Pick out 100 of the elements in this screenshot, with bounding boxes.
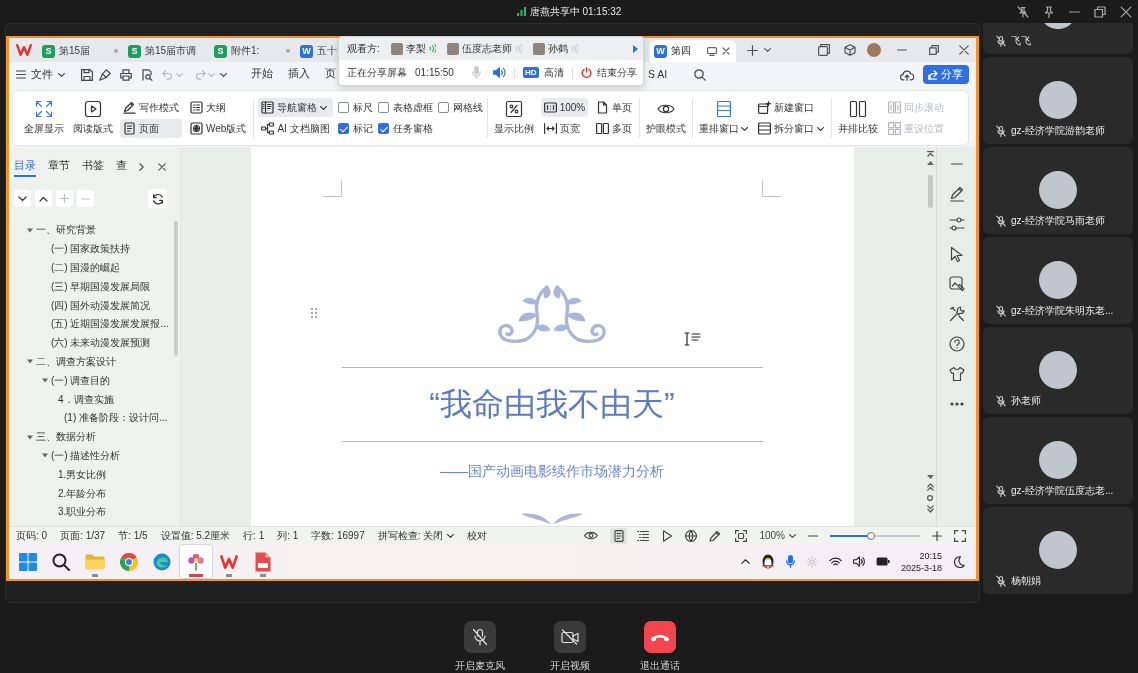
ribbon-button[interactable]: 并排比较 bbox=[836, 98, 881, 138]
document-tab[interactable]: S 第15届 bbox=[38, 40, 124, 62]
panel-tab[interactable]: 书签 bbox=[82, 158, 104, 177]
document-tab[interactable]: W 五十 bbox=[296, 40, 337, 62]
tool-button[interactable] bbox=[14, 190, 31, 207]
outline-item[interactable]: 2.年龄分布 bbox=[58, 486, 107, 501]
outline-item[interactable]: 4．调查实施 bbox=[58, 392, 114, 407]
document-tab[interactable]: S 第15届市调 bbox=[124, 40, 210, 62]
zoom-level-dropdown[interactable]: 100% bbox=[759, 530, 796, 541]
ribbon-button[interactable]: AI 文档脑图 bbox=[258, 119, 333, 138]
restore-icon[interactable] bbox=[929, 45, 939, 55]
image-edit-icon[interactable] bbox=[948, 276, 965, 292]
outline-item[interactable]: (三) 早期国漫发展局限 bbox=[51, 279, 151, 294]
slider-thumb[interactable] bbox=[866, 531, 875, 540]
menu-tab[interactable]: S AI bbox=[648, 64, 668, 85]
more-icon[interactable] bbox=[949, 402, 964, 406]
outline-item[interactable]: 1.男女比例 bbox=[58, 467, 107, 482]
outline-item[interactable]: (六) 未来动漫发展预测 bbox=[51, 336, 151, 351]
ribbon-button[interactable]: 单页 bbox=[593, 98, 636, 117]
ribbon-button[interactable]: 新建窗口 bbox=[755, 98, 828, 117]
caret-icon[interactable] bbox=[26, 227, 33, 233]
share-button[interactable]: 分享 bbox=[923, 65, 969, 84]
caret-icon[interactable] bbox=[764, 48, 771, 52]
brush-icon[interactable] bbox=[99, 68, 111, 81]
file-menu-button[interactable]: 文件 bbox=[16, 67, 65, 82]
ribbon-button[interactable]: 拆分窗口 bbox=[755, 119, 828, 138]
checkbox[interactable] bbox=[377, 123, 389, 134]
taskbar-app-button[interactable] bbox=[178, 544, 213, 579]
search-icon[interactable] bbox=[694, 68, 707, 81]
view-button[interactable] bbox=[610, 527, 628, 544]
camera-button[interactable] bbox=[554, 621, 586, 653]
scrollbar-thumb[interactable] bbox=[173, 221, 178, 356]
scroll-down-icon[interactable] bbox=[926, 475, 934, 479]
printer-icon[interactable] bbox=[120, 68, 132, 81]
chevron-up-icon[interactable] bbox=[740, 559, 750, 564]
cursor-arrow-icon[interactable] bbox=[948, 246, 965, 262]
close-icon[interactable] bbox=[722, 47, 730, 55]
cube-icon[interactable] bbox=[844, 44, 856, 56]
outline-item[interactable]: (一) 调查目的 bbox=[51, 373, 111, 388]
minimize-icon[interactable] bbox=[1069, 10, 1080, 13]
checkbox[interactable] bbox=[337, 102, 349, 113]
unpin-icon[interactable] bbox=[1017, 5, 1029, 18]
panel-tab[interactable]: 目录 bbox=[14, 158, 36, 177]
avatar-placeholder[interactable] bbox=[867, 43, 881, 57]
tool-button[interactable] bbox=[148, 189, 167, 208]
panel-tab[interactable]: 查 bbox=[116, 158, 127, 177]
cloud-upload-icon[interactable] bbox=[900, 68, 914, 81]
next-page-icon[interactable] bbox=[926, 505, 934, 513]
ribbon-button[interactable]: 导航窗格 bbox=[258, 98, 333, 117]
ribbon-button[interactable]: 显示比例 bbox=[491, 98, 536, 138]
microphone-button[interactable] bbox=[464, 621, 496, 653]
penguin-icon[interactable] bbox=[760, 554, 775, 569]
battery-icon[interactable] bbox=[875, 557, 890, 566]
app-logo-icon[interactable] bbox=[15, 44, 32, 56]
end-share-button[interactable]: 结束分享 bbox=[580, 65, 637, 80]
scroll-up-icon[interactable] bbox=[926, 161, 934, 165]
close-icon[interactable] bbox=[959, 45, 969, 55]
previous-page-icon[interactable] bbox=[926, 483, 934, 491]
ribbon-button[interactable]: 页宽 bbox=[540, 119, 589, 138]
ribbon-button[interactable]: 全屏显示 bbox=[22, 98, 66, 138]
tool-button[interactable] bbox=[35, 190, 52, 207]
proofread-button[interactable]: 校对 bbox=[467, 528, 488, 543]
speaker-icon[interactable] bbox=[852, 556, 865, 567]
eye-icon[interactable] bbox=[584, 531, 599, 540]
menu-tab[interactable]: 页 bbox=[325, 63, 336, 86]
checkbox[interactable] bbox=[377, 102, 389, 113]
browse-object-icon[interactable] bbox=[927, 495, 933, 501]
ribbon-button[interactable]: 大纲 bbox=[187, 98, 250, 117]
focus-icon[interactable] bbox=[735, 529, 748, 542]
outline-item[interactable]: 三、数据分析 bbox=[36, 430, 96, 445]
hang-up-button[interactable] bbox=[644, 621, 676, 653]
spell-check-dropdown[interactable]: 拼写检查: 关闭 bbox=[377, 528, 455, 543]
window-layout-icon[interactable] bbox=[818, 44, 830, 56]
ribbon-button[interactable]: 护眼模式 bbox=[644, 98, 689, 138]
ribbon-button[interactable]: 100% bbox=[540, 98, 589, 117]
caret-icon[interactable] bbox=[26, 359, 33, 365]
scroll-to-top-icon[interactable] bbox=[926, 151, 934, 157]
panel-tab[interactable]: 章节 bbox=[48, 158, 70, 177]
ribbon-button[interactable]: 页面 bbox=[120, 119, 182, 138]
pen-icon[interactable] bbox=[948, 186, 965, 202]
ribbon-button[interactable]: Web版式 bbox=[187, 119, 250, 138]
microphone-icon[interactable] bbox=[785, 555, 795, 568]
pin-icon[interactable] bbox=[1043, 5, 1055, 18]
moon-icon[interactable] bbox=[953, 555, 965, 568]
ribbon-button[interactable]: 写作模式 bbox=[120, 98, 182, 117]
quality-button[interactable]: HD 高清 bbox=[522, 65, 564, 80]
checkbox[interactable] bbox=[437, 102, 449, 113]
menu-tab[interactable]: 开始 bbox=[251, 63, 273, 86]
outline-item[interactable]: (四) 国外动漫发展简况 bbox=[51, 298, 151, 313]
menu-tab[interactable]: 插入 bbox=[288, 63, 310, 86]
save-icon[interactable] bbox=[81, 68, 93, 81]
wifi-icon[interactable] bbox=[828, 556, 842, 567]
scrollbar-thumb[interactable] bbox=[927, 175, 933, 208]
ribbon-button[interactable]: 多页 bbox=[593, 119, 636, 138]
drag-handle-icon[interactable] bbox=[311, 308, 317, 318]
outline-item[interactable]: (一) 国家政策扶持 bbox=[51, 242, 131, 257]
outline-item[interactable]: (二) 国漫的崛起 bbox=[51, 261, 121, 275]
document-tab[interactable]: W 第四 bbox=[650, 40, 736, 62]
expand-arrow-icon[interactable] bbox=[633, 44, 638, 53]
fullscreen-icon[interactable] bbox=[954, 529, 966, 542]
